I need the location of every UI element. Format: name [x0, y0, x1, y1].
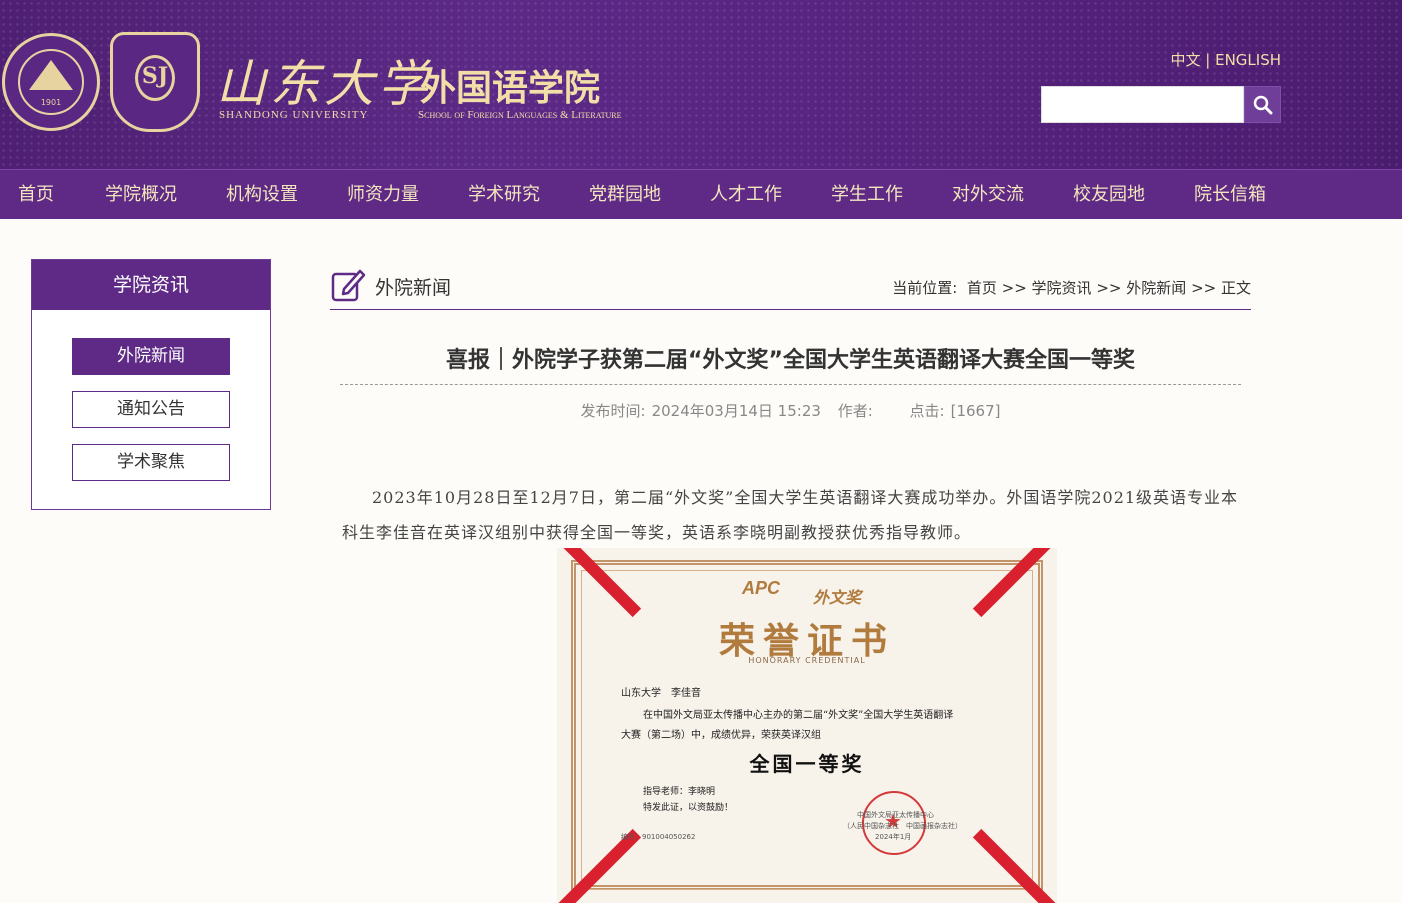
- nav-item-organization[interactable]: 机构设置: [226, 170, 298, 220]
- lang-en-link[interactable]: ENGLISH: [1215, 51, 1281, 69]
- shandong-university-logo[interactable]: 1901: [2, 33, 100, 131]
- breadcrumb-prefix: 当前位置:: [892, 279, 958, 297]
- breadcrumb-current: 正文: [1220, 279, 1251, 297]
- search-icon: [1253, 95, 1273, 115]
- nav-item-dean-mailbox[interactable]: 院长信箱: [1194, 170, 1266, 220]
- breadcrumb: 当前位置: 首页 >> 学院资讯 >> 外院新闻 >> 正文: [892, 277, 1251, 298]
- certificate-body-line2: 大赛（第二场）中，成绩优异，荣获英译汉组: [621, 730, 821, 741]
- nav-item-party[interactable]: 党群园地: [589, 170, 661, 220]
- mountain-icon: [29, 60, 73, 90]
- nav-item-research[interactable]: 学术研究: [468, 170, 540, 220]
- school-name-en: School of Foreign Languages & Literature: [418, 109, 622, 121]
- nav-item-students[interactable]: 学生工作: [831, 170, 903, 220]
- search-button[interactable]: [1244, 86, 1281, 123]
- nav-item-faculty[interactable]: 师资力量: [347, 170, 419, 220]
- sidebar-item-notices[interactable]: 通知公告: [72, 391, 230, 428]
- site-header: 1901 SJ 山东大学 SHANDONG UNIVERSITY 外国语学院 S…: [0, 0, 1402, 169]
- certificate-issuer: 中国外文局亚太传播中心: [857, 811, 934, 819]
- breadcrumb-separator: >>: [1001, 279, 1027, 297]
- nav-item-overview[interactable]: 学院概况: [105, 170, 177, 220]
- lang-separator: |: [1200, 51, 1216, 69]
- certificate-award: 全国一等奖: [749, 752, 865, 776]
- certificate-title-en: HONORARY CREDENTIAL: [748, 656, 866, 665]
- breadcrumb-news-section[interactable]: 学院资讯: [1032, 279, 1092, 297]
- certificate-recipient: 山东大学 李佳音: [621, 688, 701, 699]
- language-switcher: 中文 | ENGLISH: [1170, 49, 1281, 70]
- sidebar-item-news[interactable]: 外院新闻: [72, 338, 230, 375]
- world-map-pattern: [0, 0, 1402, 169]
- lang-cn-link[interactable]: 中文: [1170, 51, 1200, 69]
- emblem-letters: SJ: [141, 63, 169, 89]
- sidebar: 学院资讯 外院新闻 通知公告 学术聚焦: [31, 259, 271, 510]
- certificate-teacher: 指导老师：李晓明: [643, 787, 716, 797]
- title-divider: [340, 384, 1241, 385]
- article-paragraph: 2023年10月28日至12月7日，第二届“外文奖”全国大学生英语翻译大赛成功举…: [342, 488, 1239, 542]
- certificate-number: 编号：901004050262: [621, 833, 696, 841]
- breadcrumb-separator: >>: [1096, 279, 1122, 297]
- school-name-cn: 外国语学院: [420, 68, 601, 109]
- certificate-date: 2024年1月: [875, 833, 912, 841]
- publish-label: 发布时间:: [580, 402, 646, 420]
- clicks-count: [1667]: [950, 402, 1001, 420]
- breadcrumb-news[interactable]: 外院新闻: [1126, 279, 1186, 297]
- nav-item-exchange[interactable]: 对外交流: [952, 170, 1024, 220]
- edit-icon: [331, 269, 366, 302]
- award-brand: 外文奖: [813, 588, 862, 607]
- nav-item-alumni[interactable]: 校友园地: [1073, 170, 1145, 220]
- logo-year: 1901: [40, 98, 62, 107]
- section-title: 外院新闻: [375, 277, 452, 299]
- university-name-en: SHANDONG UNIVERSITY: [219, 109, 369, 121]
- author-label: 作者:: [837, 402, 873, 420]
- apc-logo: APC: [742, 578, 781, 598]
- breadcrumb-home[interactable]: 首页: [967, 279, 997, 297]
- sidebar-item-academic-focus[interactable]: 学术聚焦: [72, 444, 230, 481]
- university-name-cn: 山东大学: [216, 55, 432, 113]
- clicks-label: 点击:: [909, 402, 945, 420]
- certificate-issuer-sub: （人民中国杂志社 中国画报杂志社）: [843, 822, 962, 830]
- breadcrumb-separator: >>: [1191, 279, 1217, 297]
- certificate-encouragement: 特发此证，以资鼓励！: [643, 803, 734, 813]
- sidebar-title: 学院资讯: [32, 260, 270, 310]
- certificate-image: APC 外文奖 荣誉证书 HONORARY CREDENTIAL 山东大学 李佳…: [557, 548, 1057, 903]
- main-nav: 首页 学院概况 机构设置 师资力量 学术研究 党群园地 人才工作 学生工作 对外…: [0, 169, 1402, 219]
- article-meta: 发布时间: 2024年03月14日 15:23 作者: 点击: [1667]: [340, 400, 1241, 421]
- publish-time: 2024年03月14日 15:23: [651, 402, 821, 420]
- nav-item-home[interactable]: 首页: [18, 170, 54, 220]
- school-emblem-logo[interactable]: SJ: [110, 32, 200, 132]
- article-title: 喜报｜外院学子获第二届“外文奖”全国大学生英语翻译大赛全国一等奖: [446, 348, 1135, 373]
- search-input[interactable]: [1042, 87, 1243, 122]
- section-header: 外院新闻 当前位置: 首页 >> 学院资讯 >> 外院新闻 >> 正文: [330, 265, 1251, 310]
- nav-item-talent[interactable]: 人才工作: [710, 170, 782, 220]
- search-field-wrapper: [1041, 86, 1244, 123]
- certificate-body-line1: 在中国外文局亚太传播中心主办的第二届“外文奖”全国大学生英语翻译: [643, 710, 954, 721]
